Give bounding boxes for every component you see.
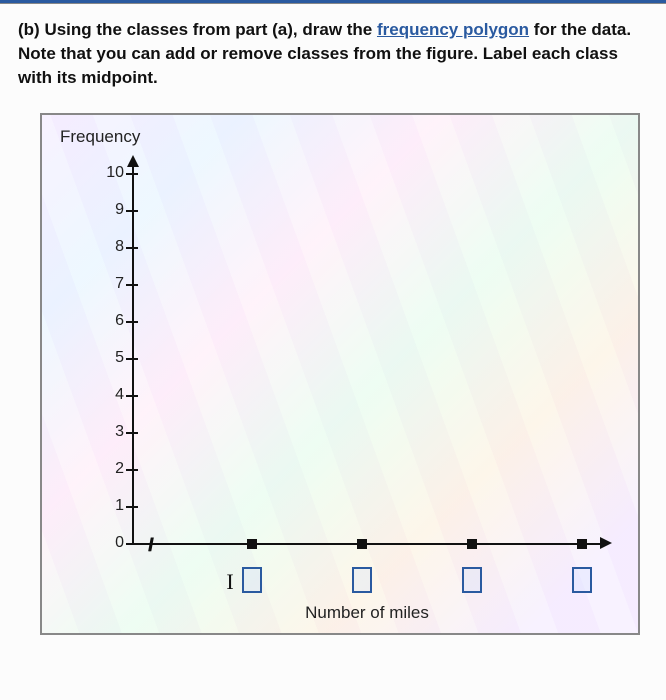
- x-midpoint-input[interactable]: [242, 567, 262, 593]
- y-tick: [126, 247, 138, 249]
- y-tick-label: 7: [98, 275, 124, 293]
- y-tick-label: 9: [98, 201, 124, 219]
- x-data-marker[interactable]: [577, 539, 587, 549]
- text-cursor-icon: I: [226, 569, 233, 595]
- y-tick-label: 6: [98, 312, 124, 330]
- question-label: (b): [18, 20, 40, 39]
- y-tick-label: 10: [98, 164, 124, 182]
- x-axis-label: Number of miles: [132, 603, 602, 623]
- chart-frame: Frequency // 0 1 2 3 4 5 6 7 8: [40, 113, 640, 635]
- y-tick-label: 3: [98, 423, 124, 441]
- x-data-marker[interactable]: [467, 539, 477, 549]
- y-tick: [126, 432, 138, 434]
- y-tick: [126, 321, 138, 323]
- x-data-marker[interactable]: [247, 539, 257, 549]
- y-tick: [126, 469, 138, 471]
- y-tick-label: 8: [98, 238, 124, 256]
- y-axis-arrow-icon: [127, 155, 139, 167]
- y-tick: [126, 210, 138, 212]
- y-tick-label: 2: [98, 460, 124, 478]
- y-axis: [132, 163, 134, 543]
- question-text: (b) Using the classes from part (a), dra…: [0, 3, 666, 101]
- axis-break-icon: //: [148, 535, 150, 556]
- x-midpoint-input[interactable]: [352, 567, 372, 593]
- y-axis-label: Frequency: [60, 127, 140, 147]
- x-data-marker[interactable]: [357, 539, 367, 549]
- x-axis-arrow-icon: [600, 537, 612, 549]
- y-tick: [126, 173, 138, 175]
- chart-plot-area[interactable]: // 0 1 2 3 4 5 6 7 8 9 10: [132, 173, 602, 543]
- x-axis: [132, 543, 602, 545]
- y-tick-label: 4: [98, 386, 124, 404]
- y-tick: [126, 506, 138, 508]
- y-tick-label: 5: [98, 349, 124, 367]
- x-midpoint-input[interactable]: [462, 567, 482, 593]
- y-tick: [126, 284, 138, 286]
- y-tick-label: 1: [98, 497, 124, 515]
- y-tick: [126, 395, 138, 397]
- x-midpoint-input[interactable]: [572, 567, 592, 593]
- y-tick-label: 0: [98, 534, 124, 552]
- question-body-pre: Using the classes from part (a), draw th…: [44, 20, 377, 39]
- frequency-polygon-link[interactable]: frequency polygon: [377, 20, 529, 39]
- page: (b) Using the classes from part (a), dra…: [0, 0, 666, 700]
- y-tick: [126, 543, 138, 545]
- y-tick: [126, 358, 138, 360]
